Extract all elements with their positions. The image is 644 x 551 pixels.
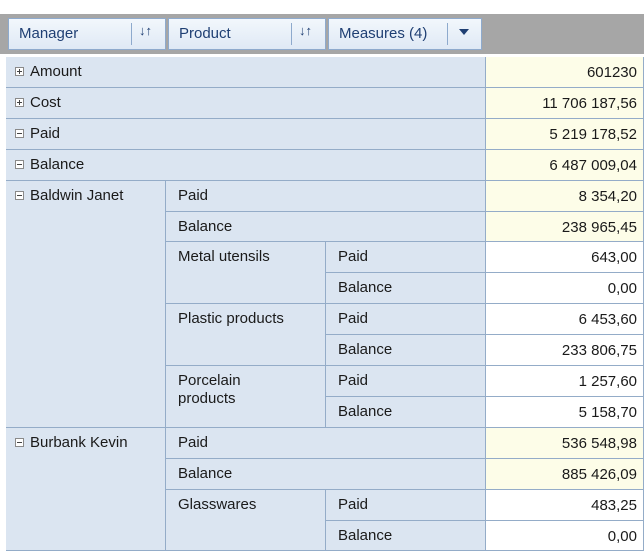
manager-cell[interactable]: Burbank Kevin — [6, 428, 166, 551]
row-label: Plastic products — [178, 310, 284, 327]
product-measure: Balance — [326, 273, 486, 304]
row-label: Balance — [338, 403, 393, 420]
row-label: Paid — [338, 372, 369, 389]
collapse-minus-icon[interactable] — [15, 191, 24, 200]
value-text: 885 426,09 — [561, 466, 637, 483]
row-label: Glasswares — [178, 496, 257, 513]
collapse-minus-icon[interactable] — [15, 438, 24, 447]
product-cell: Plastic products — [166, 304, 326, 366]
row-label: products — [178, 390, 236, 407]
row-label: Balance — [178, 218, 233, 235]
value-cell: 483,25 — [486, 490, 644, 521]
grand-total-row-balance[interactable]: Balance — [6, 150, 486, 181]
product-cell: Porcelain products — [166, 366, 326, 428]
field-button-product[interactable]: Product ↓↑ — [168, 18, 326, 50]
sort-icon[interactable]: ↓↑ — [139, 23, 152, 38]
product-cell: Glasswares — [166, 490, 326, 551]
pivot-grid: Manager ↓↑ Product ↓↑ Measures (4) Amount 6012… — [0, 0, 644, 551]
value-text: 0,00 — [607, 280, 637, 297]
separator — [291, 23, 292, 45]
value-cell: 885 426,09 — [486, 459, 644, 490]
manager-total-measure: Paid — [166, 181, 486, 212]
product-measure: Paid — [326, 304, 486, 335]
value-cell: 643,00 — [486, 242, 644, 273]
row-label: Burbank Kevin — [30, 434, 128, 451]
row-label: Amount — [30, 63, 82, 80]
separator — [131, 23, 132, 45]
product-cell: Metal utensils — [166, 242, 326, 304]
collapse-minus-icon[interactable] — [15, 129, 24, 138]
manager-total-measure: Balance — [166, 212, 486, 242]
field-label: Measures (4) — [339, 25, 428, 42]
row-label: Paid — [338, 496, 369, 513]
sort-icon[interactable]: ↓↑ — [299, 23, 312, 38]
row-label: Paid — [30, 125, 61, 142]
value-cell: 6 453,60 — [486, 304, 644, 335]
value-text: 11 706 187,56 — [542, 95, 637, 112]
field-label: Product — [179, 25, 231, 42]
product-measure: Balance — [326, 397, 486, 428]
manager-total-measure: Paid — [166, 428, 486, 459]
value-cell: 238 965,45 — [486, 212, 644, 242]
value-cell: 0,00 — [486, 521, 644, 551]
row-label: Paid — [178, 187, 209, 204]
field-button-manager[interactable]: Manager ↓↑ — [8, 18, 166, 50]
product-measure: Balance — [326, 335, 486, 366]
row-label: Balance — [178, 465, 233, 482]
collapse-minus-icon[interactable] — [15, 160, 24, 169]
value-text: 643,00 — [591, 249, 637, 266]
row-label: Porcelain — [178, 372, 241, 389]
value-text: 0,00 — [607, 528, 637, 545]
row-label: Paid — [338, 310, 369, 327]
field-label: Manager — [19, 25, 79, 42]
value-cell: 8 354,20 — [486, 181, 644, 212]
row-label: Balance — [338, 527, 393, 544]
value-text: 1 257,60 — [578, 373, 637, 390]
value-text: 5 219 178,52 — [549, 126, 637, 143]
dropdown-arrow-icon[interactable] — [459, 29, 469, 35]
value-text: 6 453,60 — [578, 311, 637, 328]
row-label: Cost — [30, 94, 61, 111]
value-text: 483,25 — [591, 497, 637, 514]
value-text: 601230 — [586, 64, 637, 81]
product-measure: Paid — [326, 242, 486, 273]
grand-total-row-cost[interactable]: Cost — [6, 88, 486, 119]
value-cell: 5 219 178,52 — [486, 119, 644, 150]
value-text: 536 548,98 — [561, 435, 637, 452]
grand-total-row-amount[interactable]: Amount — [6, 57, 486, 88]
manager-cell[interactable]: Baldwin Janet — [6, 181, 166, 428]
value-cell: 601230 — [486, 57, 644, 88]
value-text: 8 354,20 — [578, 188, 637, 205]
value-text: 233 806,75 — [561, 342, 637, 359]
value-cell: 11 706 187,56 — [486, 88, 644, 119]
row-label: Balance — [30, 156, 85, 173]
row-label: Baldwin Janet — [30, 187, 124, 204]
row-label: Balance — [338, 341, 393, 358]
row-label: Paid — [178, 434, 209, 451]
value-text: 6 487 009,04 — [549, 157, 637, 174]
value-cell: 233 806,75 — [486, 335, 644, 366]
value-text: 5 158,70 — [578, 404, 637, 421]
manager-total-measure: Balance — [166, 459, 486, 490]
row-label: Balance — [338, 279, 393, 296]
expand-plus-icon[interactable] — [15, 98, 24, 107]
grand-total-row-paid[interactable]: Paid — [6, 119, 486, 150]
value-text: 238 965,45 — [561, 219, 637, 236]
value-cell: 536 548,98 — [486, 428, 644, 459]
field-button-measures[interactable]: Measures (4) — [328, 18, 482, 50]
value-cell: 6 487 009,04 — [486, 150, 644, 181]
row-label: Paid — [338, 248, 369, 265]
separator — [447, 23, 448, 45]
product-measure: Paid — [326, 490, 486, 521]
product-measure: Balance — [326, 521, 486, 551]
value-cell: 0,00 — [486, 273, 644, 304]
value-cell: 1 257,60 — [486, 366, 644, 397]
product-measure: Paid — [326, 366, 486, 397]
value-cell: 5 158,70 — [486, 397, 644, 428]
row-label: Metal utensils — [178, 248, 270, 265]
expand-plus-icon[interactable] — [15, 67, 24, 76]
